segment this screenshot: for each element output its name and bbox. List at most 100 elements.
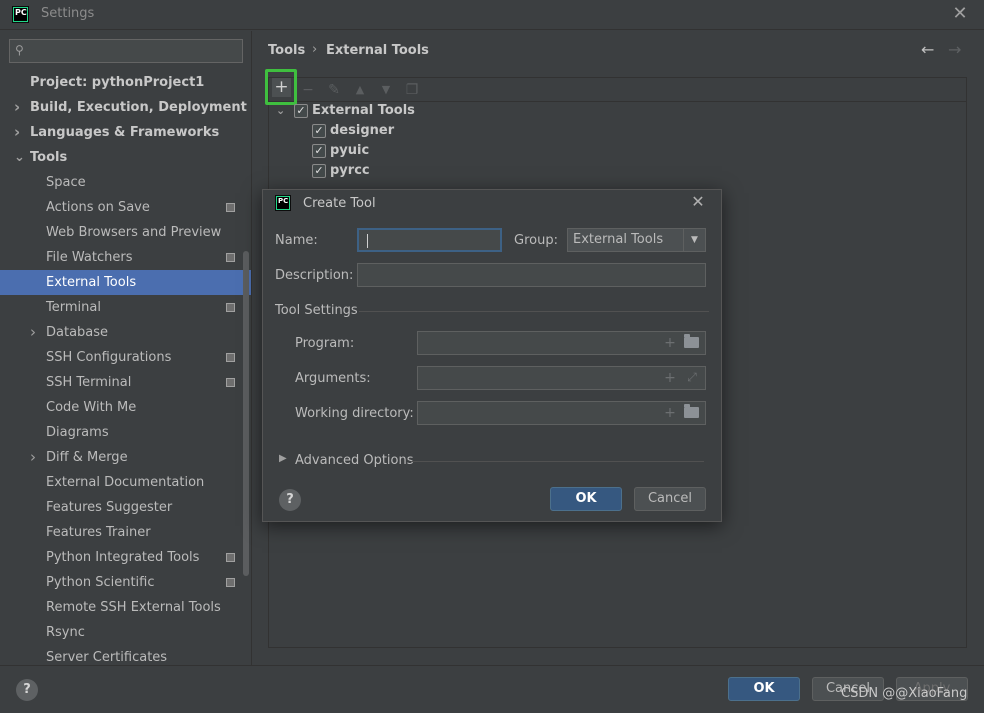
sidebar-item-ssh-terminal[interactable]: SSH Terminal — [0, 370, 251, 395]
window-close-icon[interactable]: ✕ — [950, 4, 970, 24]
pycharm-logo-icon: PC — [12, 6, 29, 23]
sidebar-item-languages-frameworks[interactable]: › Languages & Frameworks — [0, 120, 251, 145]
sidebar-item-tools[interactable]: ⌄ Tools — [0, 145, 251, 170]
dialog-cancel-button[interactable]: Cancel — [634, 487, 706, 511]
plus-icon: + — [272, 78, 291, 97]
sidebar-scrollbar[interactable] — [243, 251, 249, 576]
dialog-help-button[interactable]: ? — [279, 489, 301, 511]
chevron-right-icon[interactable]: › — [14, 120, 20, 145]
expand-icon[interactable]: ⤢ — [684, 369, 700, 385]
settings-search-input[interactable]: ⚲ — [9, 39, 243, 63]
logo-text: PC — [14, 8, 27, 21]
sidebar-item-terminal[interactable]: Terminal — [0, 295, 251, 320]
ok-button[interactable]: OK — [728, 677, 800, 701]
move-down-button[interactable]: ▼ — [376, 80, 396, 100]
sidebar-item-label: Actions on Save — [46, 200, 150, 215]
sidebar-item-project[interactable]: Project: pythonProject1 — [0, 70, 251, 95]
sidebar-item-external-documentation[interactable]: External Documentation — [0, 470, 251, 495]
chevron-right-icon[interactable]: ▶ — [279, 453, 287, 464]
group-field-label: Group: — [514, 233, 558, 248]
tool-checkbox[interactable]: ✓ — [312, 144, 326, 158]
program-field[interactable]: + — [417, 331, 706, 355]
tool-checkbox[interactable]: ✓ — [312, 164, 326, 178]
project-scope-icon — [226, 578, 235, 587]
sidebar-item-diagrams[interactable]: Diagrams — [0, 420, 251, 445]
insert-macro-icon[interactable]: + — [662, 370, 678, 386]
tool-item-row[interactable]: ✓ pyuic — [312, 141, 462, 161]
project-scope-icon — [226, 253, 235, 262]
sidebar-item-label: Tools — [30, 150, 68, 165]
edit-tool-button[interactable]: ✎ — [324, 80, 344, 100]
sidebar-item-server-certificates[interactable]: Server Certificates — [0, 645, 251, 665]
title-bar: PC Settings ✕ — [0, 0, 984, 30]
working-directory-label: Working directory: — [295, 406, 414, 421]
sidebar-item-features-suggester[interactable]: Features Suggester — [0, 495, 251, 520]
name-label: Name: — [275, 233, 318, 248]
tools-group-row[interactable]: ⌄ ✓ External Tools — [276, 101, 476, 121]
sidebar-item-code-with-me[interactable]: Code With Me — [0, 395, 251, 420]
description-field[interactable] — [357, 263, 706, 287]
copy-tool-button[interactable]: ❐ — [402, 80, 422, 100]
insert-macro-icon[interactable]: + — [662, 405, 678, 421]
group-checkbox[interactable]: ✓ — [294, 104, 308, 118]
program-label: Program: — [295, 336, 355, 351]
chevron-right-icon[interactable]: › — [30, 445, 36, 470]
tool-checkbox[interactable]: ✓ — [312, 124, 326, 138]
move-up-button[interactable]: ▲ — [350, 80, 370, 100]
advanced-options-toggle[interactable]: Advanced Options — [295, 453, 414, 468]
sidebar-item-database[interactable]: › Database — [0, 320, 251, 345]
breadcrumb-parent[interactable]: Tools — [268, 43, 305, 58]
arrow-left-icon[interactable]: ← — [921, 40, 934, 59]
sidebar-item-diff-merge[interactable]: › Diff & Merge — [0, 445, 251, 470]
sidebar-item-label: Space — [46, 175, 86, 190]
create-tool-dialog: PC Create Tool ✕ Name: Group: External T… — [262, 189, 722, 522]
sidebar-item-ssh-configurations[interactable]: SSH Configurations — [0, 345, 251, 370]
tool-label: pyuic — [330, 143, 370, 158]
chevron-down-icon[interactable]: ▼ — [683, 229, 705, 251]
sidebar-item-web-browsers-and-preview[interactable]: Web Browsers and Preview — [0, 220, 251, 245]
name-field[interactable] — [357, 228, 502, 252]
dialog-logo-text: PC — [277, 197, 289, 209]
insert-macro-icon[interactable]: + — [662, 335, 678, 351]
sidebar-item-label: Remote SSH External Tools — [46, 600, 221, 615]
section-divider — [411, 461, 704, 462]
group-label: External Tools — [312, 103, 415, 118]
sidebar-item-label: External Tools — [46, 275, 137, 290]
sidebar-item-file-watchers[interactable]: File Watchers — [0, 245, 251, 270]
sidebar-item-label: Diff & Merge — [46, 450, 128, 465]
tool-item-row[interactable]: ✓ pyrcc — [312, 161, 462, 181]
sidebar-item-actions-on-save[interactable]: Actions on Save — [0, 195, 251, 220]
watermark: CSDN @@XiaoFang — [841, 686, 968, 701]
sidebar-item-features-trainer[interactable]: Features Trainer — [0, 520, 251, 545]
settings-footer: ? OK Cancel Apply — [0, 665, 984, 713]
working-directory-field[interactable]: + — [417, 401, 706, 425]
tool-item-row[interactable]: ✓ designer — [312, 121, 462, 141]
dialog-ok-button[interactable]: OK — [550, 487, 622, 511]
chevron-right-icon[interactable]: › — [30, 320, 36, 345]
sidebar-item-python-integrated-tools[interactable]: Python Integrated Tools — [0, 545, 251, 570]
remove-tool-button[interactable]: − — [298, 80, 318, 100]
sidebar-item-space[interactable]: Space — [0, 170, 251, 195]
sidebar-item-label: Build, Execution, Deployment — [30, 100, 247, 115]
sidebar-item-remote-ssh-external-tools[interactable]: Remote SSH External Tools — [0, 595, 251, 620]
folder-icon[interactable] — [684, 334, 699, 348]
folder-icon[interactable] — [684, 404, 699, 418]
dialog-close-icon[interactable]: ✕ — [688, 192, 708, 212]
chevron-down-icon[interactable]: ⌄ — [276, 101, 285, 121]
chevron-down-icon[interactable]: ⌄ — [14, 145, 25, 170]
arrow-right-icon[interactable]: → — [948, 40, 961, 59]
chevron-right-icon[interactable]: › — [14, 95, 20, 120]
sidebar-item-external-tools[interactable]: External Tools — [0, 270, 251, 295]
sidebar-item-label: External Documentation — [46, 475, 205, 490]
add-tool-button[interactable]: + — [265, 69, 297, 105]
sidebar-item-rsync[interactable]: Rsync — [0, 620, 251, 645]
description-label: Description: — [275, 268, 354, 283]
arguments-field[interactable]: + ⤢ — [417, 366, 706, 390]
group-select[interactable]: External Tools ▼ — [567, 228, 706, 252]
sidebar-item-build-execution-deployment[interactable]: › Build, Execution, Deployment — [0, 95, 251, 120]
sidebar-item-label: Features Suggester — [46, 500, 173, 515]
sidebar-item-python-scientific[interactable]: Python Scientific — [0, 570, 251, 595]
help-button[interactable]: ? — [16, 679, 38, 701]
sidebar-item-label: Server Certificates — [46, 650, 168, 665]
group-select-value: External Tools — [573, 232, 664, 247]
